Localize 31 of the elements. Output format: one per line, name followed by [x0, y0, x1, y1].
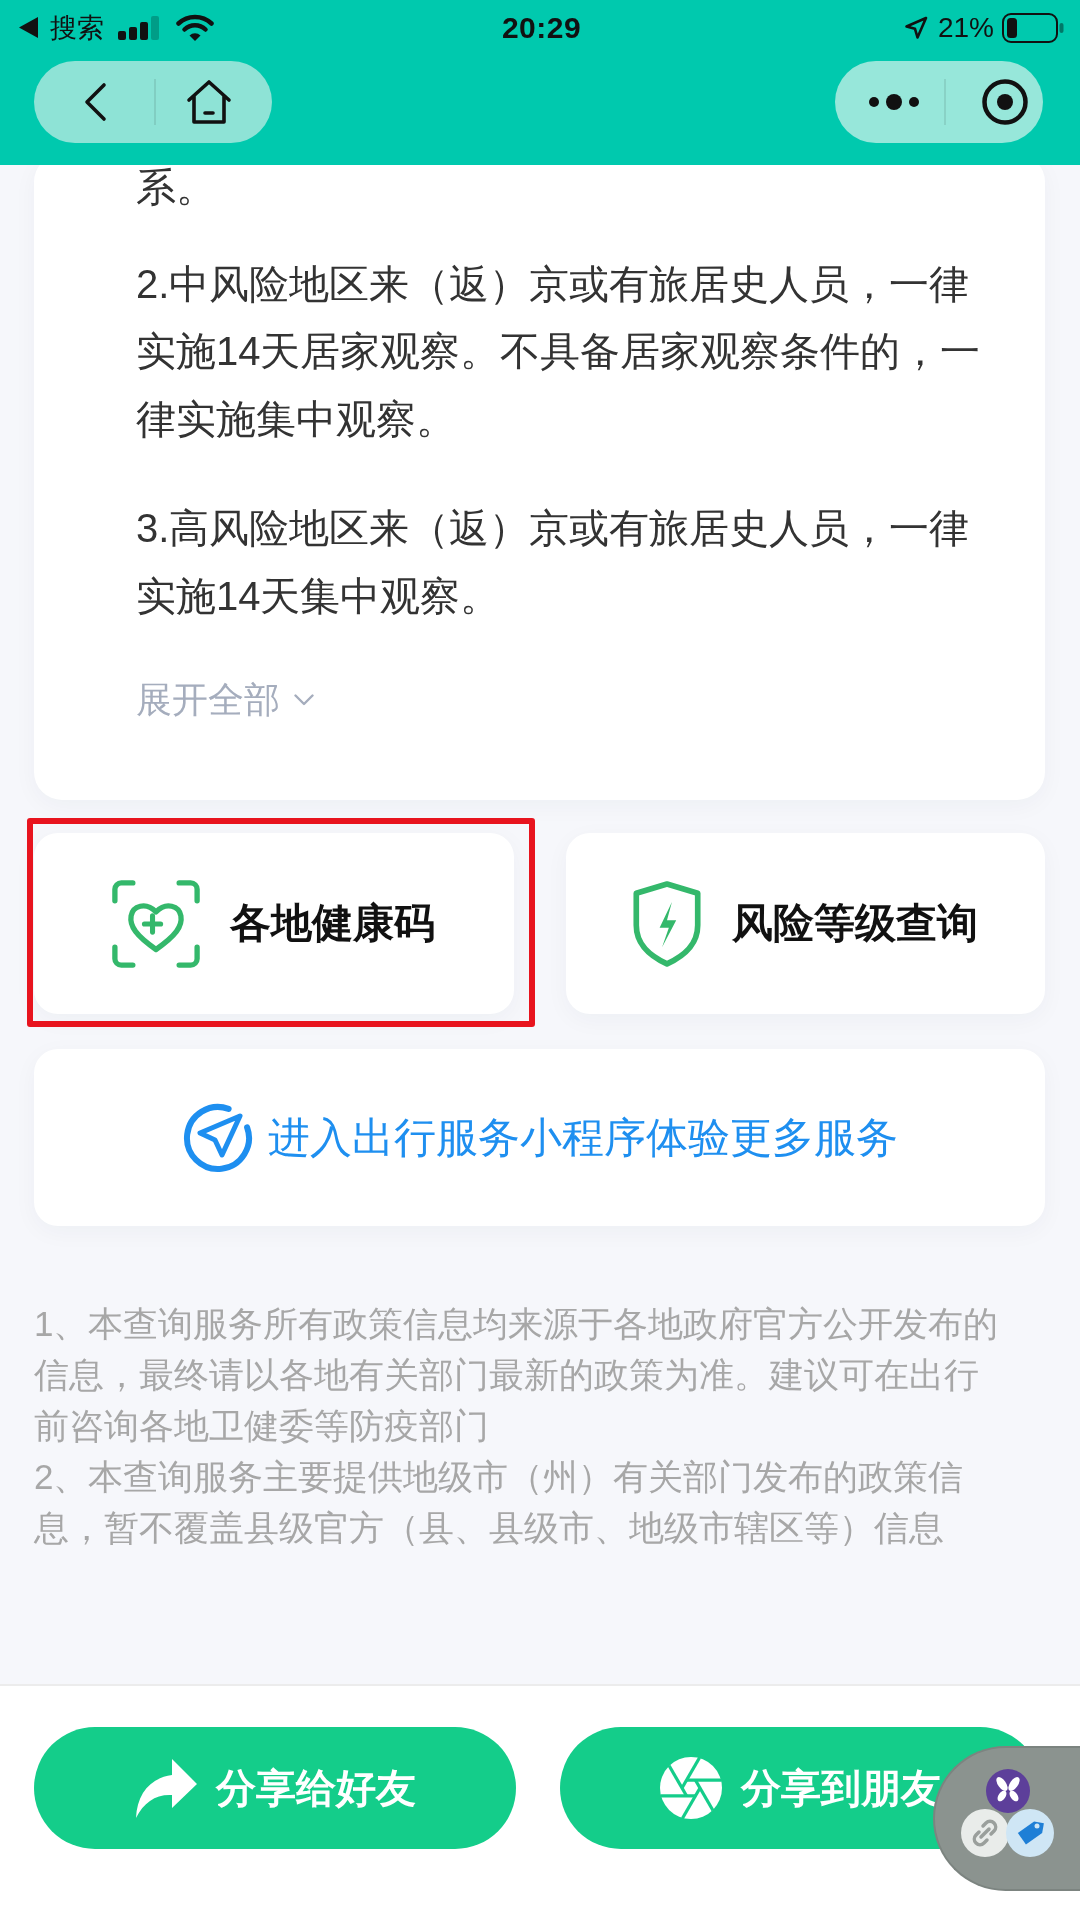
- butterfly-icon: [985, 1769, 1030, 1813]
- expand-all-link[interactable]: 展开全部: [136, 675, 314, 725]
- price-tag-icon: [1006, 1809, 1054, 1857]
- back-triangle-icon: [19, 17, 38, 38]
- mini-program-button[interactable]: 进入出行服务小程序体验更多服务: [34, 1049, 1045, 1226]
- shield-lightning-icon: [632, 880, 703, 967]
- navigation-arrow-circle-icon: [181, 1101, 254, 1174]
- more-icon[interactable]: [869, 93, 919, 111]
- disclaimer-note: 1、本查询服务所有政策信息均来源于各地政府官方公开发布的 信息，最终请以各地有关部门最新的政策为准。建议可在出行 前咨询各地卫健委等防疫部门: [34, 1303, 1000, 1447]
- wifi-icon: [176, 14, 214, 41]
- target-icon[interactable]: [982, 79, 1028, 125]
- health-code-button[interactable]: 各地健康码: [34, 833, 514, 1014]
- heart-plus-scan-icon: [112, 879, 201, 968]
- curved-arrow-icon: [133, 1756, 198, 1820]
- policy-paragraph: 系。: [136, 165, 217, 211]
- return-app-link[interactable]: 搜索: [19, 9, 104, 46]
- battery-icon: [1002, 12, 1064, 43]
- policy-paragraph: 2.中风险地区来（返）京或有旅居史人员，一律 实施14天居家观察。不具备居家观察条件的，一 律实施集中观察。: [136, 260, 982, 443]
- home-icon[interactable]: [185, 79, 233, 125]
- status-time: 20:29: [501, 10, 582, 45]
- chevron-down-icon: [294, 694, 314, 706]
- risk-level-button[interactable]: 风险等级查询: [565, 833, 1045, 1014]
- signal-icon: [118, 15, 162, 40]
- aperture-icon: [659, 1756, 724, 1820]
- share-to-friend-button[interactable]: 分享给好友: [34, 1727, 516, 1849]
- location-arrow-icon: [903, 15, 928, 40]
- link-icon: [961, 1809, 1009, 1857]
- policy-paragraph: 3.高风险地区来（返）京或有旅居史人员，一律 实施14天集中观察。: [136, 505, 971, 620]
- disclaimer-note: 2、本查询服务主要提供地级市（州）有关部门发布的政策信 息，暂不覆盖县级官方（县、县级市、地级市辖区等）信息: [34, 1456, 965, 1549]
- battery-percent: 21%: [937, 11, 994, 44]
- back-icon[interactable]: [82, 82, 108, 122]
